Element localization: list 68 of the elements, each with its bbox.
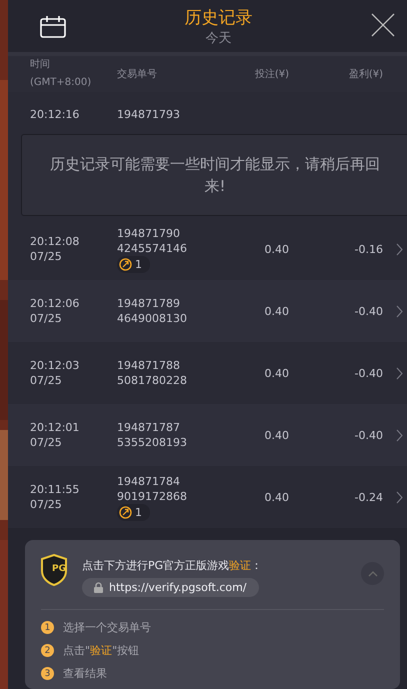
logo-text: PG — [51, 564, 67, 574]
column-header: 盈利(¥) — [348, 68, 383, 81]
history-row[interactable]: 20:11:55 07/25 194871784 9019172868 1 0.40 -0.24 — [8, 466, 407, 528]
transaction-id: 194871787 — [117, 420, 180, 435]
bonus-badge: 1 — [117, 504, 150, 520]
history-row[interactable]: 20:12:06 07/25 194871789 4649008130 0.40 -0.40 — [8, 280, 407, 342]
history-row[interactable]: 20:12:01 07/25 194871787 5355208193 0.40 -0.40 — [8, 404, 407, 466]
step-text: 选择一个交易单号 — [63, 620, 151, 635]
lock-icon — [94, 582, 103, 593]
bet-amount: 0.40 — [264, 428, 289, 442]
time-text: 20:11:55 — [30, 482, 80, 497]
date-text: 07/25 — [30, 249, 62, 264]
chevron-right-icon[interactable] — [396, 428, 403, 442]
column-header: 投注(¥) — [254, 68, 289, 81]
time-text: 20:12:08 — [30, 234, 80, 249]
step-text: 点击"验证"按钮 — [63, 643, 140, 658]
chevron-right-icon[interactable] — [396, 366, 403, 380]
time-text: 20:12:16 — [30, 107, 80, 122]
transaction-id: 194871784 — [117, 474, 180, 488]
verify-instruction: 点击下方进行PG官方正版游戏验证： — [82, 558, 262, 573]
chevron-right-icon[interactable] — [396, 490, 403, 504]
bet-amount: 0.40 — [264, 366, 289, 380]
transaction-id: 194871789 — [117, 296, 180, 311]
chevron-up-icon — [368, 570, 378, 576]
transaction-id: 194871793 — [117, 107, 180, 122]
profit-amount: -0.40 — [354, 366, 383, 380]
free-spin-icon — [119, 506, 132, 518]
date-text: 07/25 — [30, 497, 62, 512]
step-number: 1 — [41, 621, 54, 634]
notice-toast: 历史记录可能需要一些时间才能显示，请稍后再回来! — [21, 134, 407, 216]
column-header: 交易单号 — [117, 68, 158, 81]
profit-amount: -0.16 — [354, 242, 383, 256]
transaction-id: 194871790 — [117, 226, 180, 240]
profit-amount: -0.24 — [354, 490, 383, 504]
column-header: 时间 (GMT+8:00) — [30, 58, 92, 90]
window-title: 历史记录 — [184, 6, 252, 28]
history-row[interactable]: 20:12:16 194871793 — [8, 92, 407, 122]
profit-amount: -0.40 — [354, 304, 383, 318]
transaction-id: 4245574146 — [117, 240, 187, 256]
transaction-id: 4649008130 — [117, 311, 187, 326]
verify-link[interactable]: https://verify.pgsoft.com/ — [82, 578, 259, 597]
date-text: 07/25 — [30, 311, 62, 326]
profit-amount: -0.40 — [354, 428, 383, 442]
shield-logo — [41, 554, 67, 586]
step-number: 2 — [41, 644, 54, 657]
history-row[interactable]: 20:12:08 07/25 194871790 4245574146 1 0.40 -0.16 — [8, 218, 407, 280]
chevron-right-icon[interactable] — [396, 242, 403, 256]
calendar-icon[interactable] — [40, 14, 66, 38]
transaction-id: 5081780228 — [117, 373, 187, 388]
step-text: 查看结果 — [63, 666, 107, 681]
history-row[interactable]: 20:12:03 07/25 194871788 5081780228 0.40 -0.40 — [8, 342, 407, 404]
bonus-badge: 1 — [117, 256, 150, 272]
bet-amount: 0.40 — [264, 242, 289, 256]
time-text: 20:12:01 — [30, 420, 80, 435]
date-filter-label: 今天 — [206, 30, 232, 46]
date-text: 07/25 — [30, 435, 62, 450]
date-text: 07/25 — [30, 373, 62, 388]
time-text: 20:12:03 — [30, 358, 80, 373]
free-spin-icon — [119, 258, 132, 270]
transaction-id: 9019172868 — [117, 488, 187, 504]
bet-amount: 0.40 — [264, 490, 289, 504]
step-number: 3 — [41, 667, 54, 680]
transaction-id: 5355208193 — [117, 435, 187, 450]
transaction-id: 194871788 — [117, 358, 180, 373]
collapse-button[interactable] — [361, 562, 384, 585]
chevron-right-icon[interactable] — [396, 304, 403, 318]
time-text: 20:12:06 — [30, 296, 80, 311]
bet-amount: 0.40 — [264, 304, 289, 318]
